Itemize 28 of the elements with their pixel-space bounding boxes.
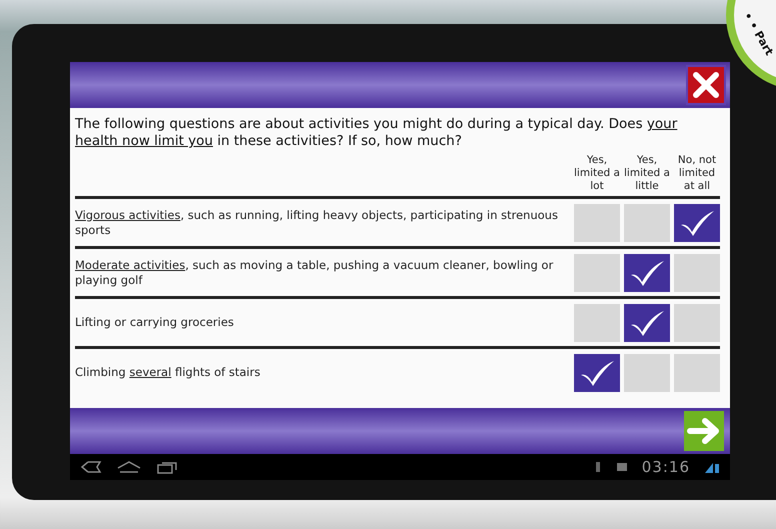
question-text: Moderate activities, such as moving a table, pushing a vacuum cleaner, bowling or playing golf xyxy=(75,258,554,288)
close-button[interactable] xyxy=(686,65,726,105)
answer-checkbox[interactable] xyxy=(574,354,620,392)
question-text: Lifting or carrying groceries xyxy=(75,315,234,330)
answer-checkbox[interactable] xyxy=(574,254,620,292)
answer-checkbox[interactable] xyxy=(624,204,670,242)
question-text: Climbing several flights of stairs xyxy=(75,365,260,380)
next-button[interactable] xyxy=(684,411,724,451)
answer-checkbox[interactable] xyxy=(624,354,670,392)
answer-checkbox[interactable] xyxy=(674,304,720,342)
clock-time: 03:16 xyxy=(642,458,690,476)
answer-checkbox[interactable] xyxy=(574,204,620,242)
answer-checkbox[interactable] xyxy=(574,304,620,342)
home-icon[interactable] xyxy=(116,460,142,474)
close-icon xyxy=(691,70,721,100)
answer-checkbox[interactable] xyxy=(624,304,670,342)
answer-checkbox[interactable] xyxy=(624,254,670,292)
answer-checkbox[interactable] xyxy=(674,254,720,292)
question-text: Vigorous activities, such as running, lifting heavy objects, participating in strenuous sports xyxy=(75,208,559,238)
column-header: Yes, limited a lot xyxy=(574,154,620,193)
answer-checkbox[interactable] xyxy=(674,354,720,392)
answer-checkbox[interactable] xyxy=(674,204,720,242)
right-arrow-icon xyxy=(687,416,721,446)
back-icon[interactable] xyxy=(80,460,102,474)
recent-apps-icon[interactable] xyxy=(156,460,178,474)
column-header: No, not limited at all xyxy=(676,154,718,193)
column-header: Yes, limited a little xyxy=(624,154,670,193)
question-intro: The following questions are about activities you might do during a typical day. Does your health now limit you in these activities? If so, how much? xyxy=(75,116,678,150)
